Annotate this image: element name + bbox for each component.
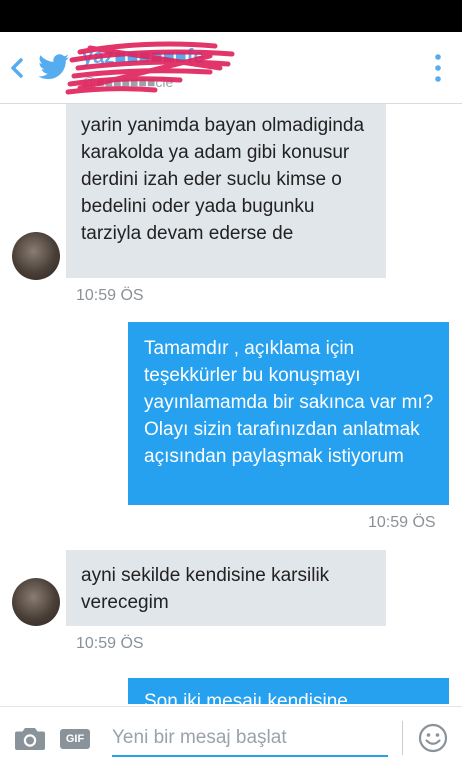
message-text: Tamamdır , açıklama için teşekkürler bu … [144,338,434,467]
avatar[interactable] [12,578,60,626]
message-timestamp: 10:59 ÖS [76,635,144,652]
message-list[interactable]: yarin yanimda bayan olmadiginda karakold… [0,104,462,704]
redaction-scribble [65,41,235,95]
message-input[interactable] [112,721,388,757]
message-text: yarin yanimda bayan olmadiginda karakold… [81,115,365,244]
message-text: Son iki mesajı kendisine [144,691,348,704]
composer-divider [402,721,403,755]
emoji-icon[interactable] [418,723,448,753]
app-bar: yaz■■■■■■fe @■■■■■■■cle [0,32,462,104]
incoming-message-bubble[interactable]: yarin yanimda bayan olmadiginda karakold… [66,104,386,278]
message-composer: GIF [0,706,462,768]
message-timestamp: 10:59 ÖS [76,287,144,304]
avatar[interactable] [12,232,60,280]
camera-icon[interactable] [14,725,46,751]
incoming-message-bubble[interactable]: ayni sekilde kendisine karsilik verecegi… [66,550,386,626]
message-timestamp: 10:59 ÖS [368,514,436,531]
message-text: ayni sekilde kendisine karsilik verecegi… [81,565,330,613]
outgoing-message-bubble[interactable]: Son iki mesajı kendisine [128,678,449,704]
outgoing-message-bubble[interactable]: Tamamdır , açıklama için teşekkürler bu … [128,322,449,505]
back-arrow-icon[interactable] [8,56,26,80]
gif-icon[interactable]: GIF [60,729,90,749]
status-bar [0,0,462,32]
more-options-icon[interactable] [432,52,444,84]
